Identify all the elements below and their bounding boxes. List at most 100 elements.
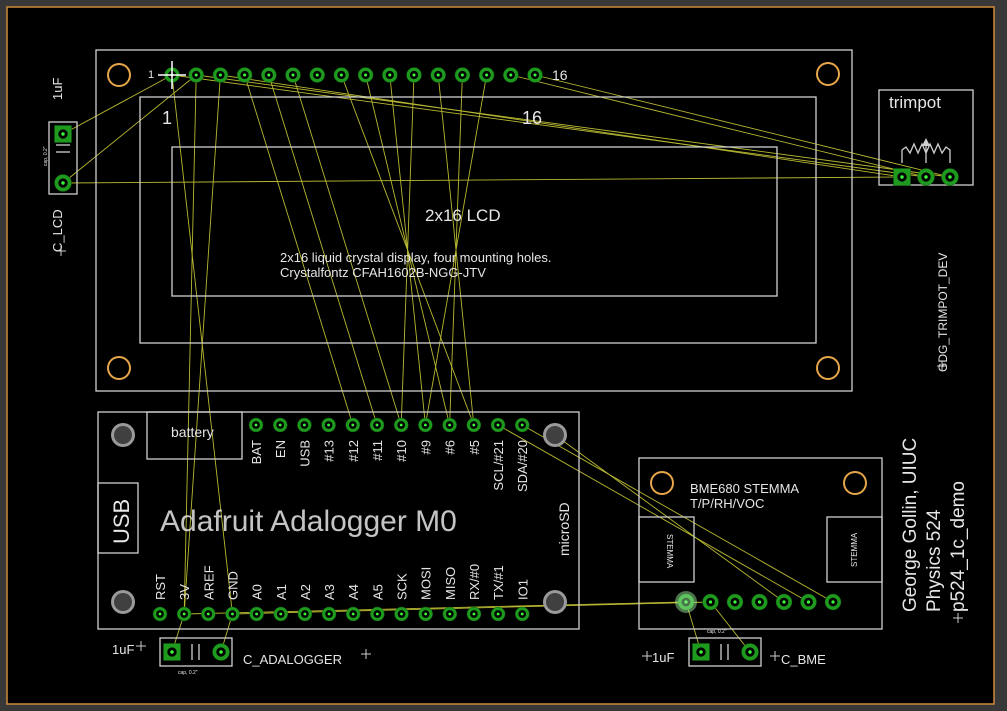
adalogger-top-pin-label: #10 bbox=[394, 440, 409, 462]
adalogger-hole-top-left bbox=[111, 423, 135, 447]
adalogger-bottom-pin-12[interactable] bbox=[418, 606, 433, 622]
adalogger-top-pin-label: #13 bbox=[322, 440, 337, 462]
adalogger-bottom-pin-3[interactable] bbox=[201, 606, 216, 622]
c-bme-pin-2[interactable] bbox=[741, 643, 759, 661]
c-adalogger-pin-1[interactable] bbox=[163, 643, 181, 661]
lcd-pin-16[interactable] bbox=[527, 67, 543, 83]
lcd-pin-15[interactable] bbox=[503, 67, 519, 83]
adalogger-bottom-pin-5[interactable] bbox=[249, 606, 264, 622]
bme-hole-left bbox=[650, 471, 674, 495]
lcd-pin-7[interactable] bbox=[309, 67, 325, 83]
trimpot-name: GDG_TRIMPOT_DEV bbox=[936, 253, 950, 372]
lcd-pin-12[interactable] bbox=[430, 67, 446, 83]
adalogger-bottom-pin-2[interactable] bbox=[176, 606, 192, 622]
adalogger-top-pin-8[interactable] bbox=[418, 417, 433, 433]
lcd-pin-13[interactable] bbox=[454, 67, 471, 83]
adalogger-top-pin-3[interactable] bbox=[297, 417, 312, 433]
lcd-pin-5[interactable] bbox=[261, 67, 277, 83]
c-lcd-pin-2[interactable] bbox=[54, 174, 72, 192]
adalogger-bottom-pin-16[interactable] bbox=[515, 606, 530, 622]
c-lcd-value: 1uF bbox=[50, 78, 65, 100]
adalogger-bottom-pin-15[interactable] bbox=[490, 606, 506, 622]
adalogger-bottom-pin-8[interactable] bbox=[321, 606, 337, 622]
c-adalogger-pin-2[interactable] bbox=[212, 643, 230, 661]
adalogger-top-pin-2[interactable] bbox=[272, 417, 288, 433]
adalogger-title: Adafruit Adalogger M0 bbox=[160, 505, 457, 538]
adalogger-top-pin-11[interactable] bbox=[490, 417, 506, 433]
bme-pin-3[interactable] bbox=[726, 593, 744, 611]
bme-stemma-left-label: STEMMA bbox=[665, 534, 674, 569]
adalogger-bottom-pin-label: SCK bbox=[395, 573, 410, 600]
adalogger-top-pin-12[interactable] bbox=[514, 417, 530, 433]
trimpot-pin-2[interactable] bbox=[917, 168, 935, 186]
lcd-pin-2[interactable] bbox=[188, 67, 204, 83]
adalogger-bottom-pin-label: TX/#1 bbox=[491, 565, 506, 600]
bme-pin-7[interactable] bbox=[824, 593, 842, 611]
c-lcd-pin-1[interactable] bbox=[54, 125, 72, 143]
adalogger-bottom-pin-13[interactable] bbox=[442, 606, 458, 622]
adalogger-top-pin-1[interactable] bbox=[248, 417, 264, 433]
lcd-inner-last-label: 16 bbox=[522, 108, 542, 128]
bme-pin-6[interactable] bbox=[800, 593, 817, 611]
lcd-pin-8[interactable] bbox=[333, 67, 350, 83]
adalogger-bottom-pin-6[interactable] bbox=[273, 606, 288, 622]
adalogger-top-pin-5[interactable] bbox=[345, 417, 361, 433]
lcd-description-line1: 2x16 liquid crystal display, four mounti… bbox=[280, 250, 551, 265]
c-lcd-name: C_LCD bbox=[50, 209, 65, 252]
adalogger-bottom-pin-4[interactable] bbox=[225, 606, 240, 622]
mount-hole-bottom-right bbox=[816, 356, 840, 380]
lcd-pin-10[interactable] bbox=[382, 67, 398, 83]
adalogger-bottom-pin-1[interactable] bbox=[152, 606, 168, 622]
lcd-pin-3[interactable] bbox=[212, 67, 229, 83]
adalogger-bottom-pin-label: MOSI bbox=[419, 567, 434, 600]
c-bme-package: cap, 0.2" bbox=[707, 629, 727, 635]
adalogger-bottom-pin-7[interactable] bbox=[297, 606, 313, 622]
lcd-pin-14[interactable] bbox=[478, 67, 495, 83]
c-bme-name: C_BME bbox=[781, 652, 826, 667]
adalogger-top-pin-10[interactable] bbox=[466, 417, 482, 433]
trimpot-title: trimpot bbox=[889, 93, 941, 112]
mount-hole-top-right bbox=[816, 62, 840, 86]
bme-pin-5[interactable] bbox=[775, 593, 793, 611]
adalogger-hole-top-right bbox=[543, 423, 567, 447]
adalogger-top-pin-9[interactable] bbox=[442, 417, 457, 433]
lcd-pin-first-label: 1 bbox=[148, 69, 154, 81]
adalogger-top-pin-7[interactable] bbox=[393, 417, 409, 433]
adalogger-bottom-pin-label: MISO bbox=[443, 567, 458, 600]
adalogger-bottom-pin-14[interactable] bbox=[466, 606, 482, 622]
adalogger-top-pin-4[interactable] bbox=[321, 417, 336, 433]
adalogger-bottom-pin-label: RST bbox=[153, 574, 168, 600]
lcd-pin-9[interactable] bbox=[357, 67, 374, 83]
adalogger-top-pin-6[interactable] bbox=[369, 417, 385, 433]
credits-line3: p524_1c_demo bbox=[948, 481, 969, 612]
adalogger-hole-bottom-right bbox=[543, 590, 567, 614]
c-bme-pin-1[interactable] bbox=[692, 643, 710, 661]
lcd-pin-4[interactable] bbox=[236, 67, 253, 83]
adalogger-bottom-pin-label: IO1 bbox=[515, 579, 530, 600]
adalogger-top-pin-label: EN bbox=[273, 440, 288, 458]
trimpot-pin-1[interactable] bbox=[893, 168, 911, 186]
adalogger-bottom-pin-label: RX/#0 bbox=[467, 564, 482, 600]
trimpot-pin-3[interactable] bbox=[941, 168, 959, 186]
bme-pin-2[interactable] bbox=[702, 593, 719, 611]
adalogger-top-pin-label: SCL/#21 bbox=[491, 440, 506, 491]
pcb-board-view: 1 16 1 16 2x16 LCD 2x16 liquid crystal d… bbox=[0, 0, 1007, 711]
usb-label: USB bbox=[109, 499, 134, 544]
adalogger-hole-bottom-left bbox=[111, 590, 135, 614]
adalogger-bottom-pin-9[interactable] bbox=[345, 606, 361, 622]
lcd-pin-11[interactable] bbox=[406, 67, 422, 83]
bme-hole-right bbox=[843, 471, 867, 495]
adalogger-top-pin-label: #5 bbox=[467, 440, 482, 454]
bme-pin-4[interactable] bbox=[751, 593, 768, 611]
adalogger-top-pin-label: #9 bbox=[418, 440, 433, 454]
microsd-label: microSD bbox=[556, 502, 572, 556]
lcd-pin-6[interactable] bbox=[285, 67, 301, 83]
adalogger-top-pin-label: #12 bbox=[346, 440, 361, 462]
adalogger-bottom-pin-10[interactable] bbox=[370, 606, 385, 622]
adalogger-bottom-pin-label: GND bbox=[225, 571, 240, 600]
adalogger-bottom-pin-11[interactable] bbox=[394, 606, 409, 622]
c-lcd-package: cap, 0.2" bbox=[43, 146, 49, 166]
adalogger-bottom-pin-label: A1 bbox=[274, 584, 289, 600]
adalogger-bottom-pin-label: A3 bbox=[322, 584, 337, 600]
bme-pin-highlight bbox=[675, 591, 697, 613]
